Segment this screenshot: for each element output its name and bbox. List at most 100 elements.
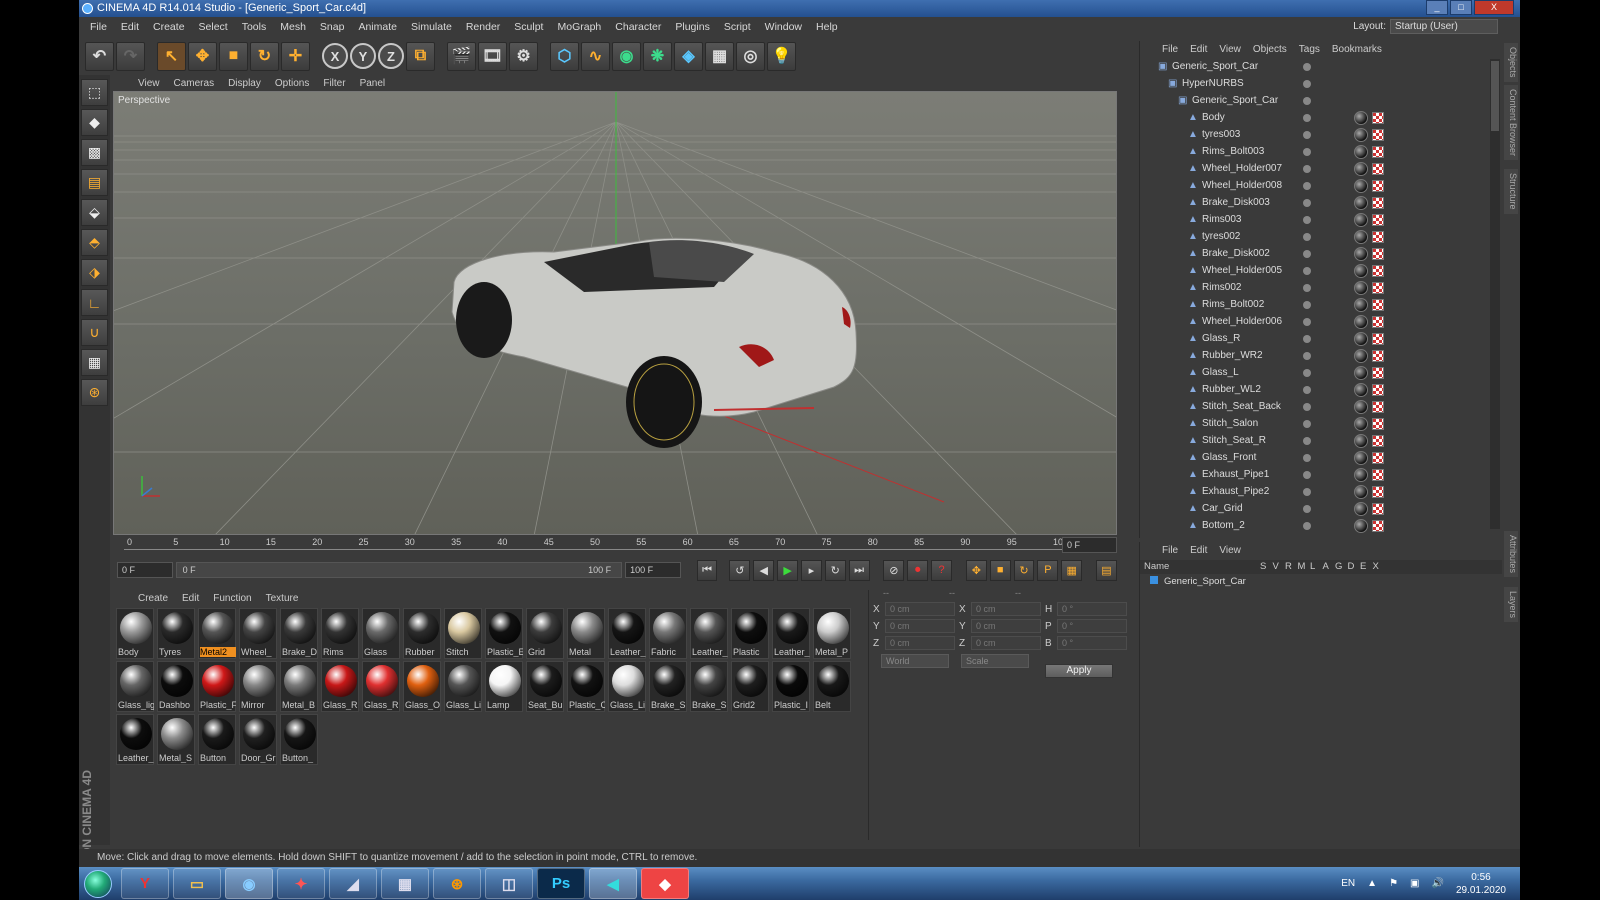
material-swatch[interactable]: Mirror (239, 661, 277, 712)
material-swatch[interactable]: Stitch (444, 608, 482, 659)
object-row[interactable]: ▲ Rubber_WR2 (1140, 348, 1487, 365)
workplane-mode-icon[interactable]: ▤ (81, 169, 108, 196)
material-swatch[interactable]: Glass_lig (116, 661, 154, 712)
undo-icon[interactable]: ↶ (85, 41, 114, 71)
object-row[interactable]: ▲ Brake_Disk002 (1140, 246, 1487, 263)
record-active-icon[interactable]: ⊘ (883, 559, 905, 581)
material-swatch[interactable]: Leather_ (608, 608, 646, 659)
clock[interactable]: 0:56 29.01.2020 (1456, 871, 1506, 897)
object-row[interactable]: ▲ Wheel_Holder008 (1140, 178, 1487, 195)
light-icon[interactable]: 💡 (767, 41, 796, 71)
visibility-dot[interactable] (1303, 437, 1311, 445)
material-swatch[interactable]: Glass_R (321, 661, 359, 712)
key-parameter-icon[interactable]: P (1037, 559, 1059, 581)
uvw-tag-icon[interactable] (1372, 401, 1384, 413)
floor-icon[interactable]: ▦ (705, 41, 734, 71)
maximize-button[interactable]: □ (1450, 0, 1472, 15)
visibility-dot[interactable] (1303, 522, 1311, 530)
material-tag-icon[interactable] (1354, 162, 1368, 176)
material-swatch[interactable]: Plastic_F (198, 661, 236, 712)
cube-primitive-icon[interactable]: ⬡ (550, 41, 579, 71)
coordinate-field[interactable]: 0 cm (971, 636, 1041, 650)
material-swatch[interactable]: Brake_S (690, 661, 728, 712)
coordinate-field[interactable]: 0 ° (1057, 602, 1127, 616)
coordinate-field[interactable]: 0 cm (885, 636, 955, 650)
object-row[interactable]: ▲ Rims002 (1140, 280, 1487, 297)
play-forward-icon[interactable]: ▶ (777, 559, 798, 581)
visibility-dot[interactable] (1303, 471, 1311, 479)
uvw-tag-icon[interactable] (1372, 452, 1384, 464)
uvw-tag-icon[interactable] (1372, 316, 1384, 328)
cinema4d-task-icon[interactable]: ◉ (225, 868, 273, 899)
array-icon[interactable]: ❋ (643, 41, 672, 71)
material-swatch[interactable]: Plastic (731, 608, 769, 659)
material-tag-icon[interactable] (1354, 128, 1368, 142)
material-swatch[interactable]: Leather_ (690, 608, 728, 659)
autokey-icon[interactable]: ⏺ (907, 559, 929, 581)
apply-button[interactable]: Apply (1045, 664, 1113, 678)
uvw-tag-icon[interactable] (1372, 435, 1384, 447)
material-swatch[interactable]: Plastic_C (567, 661, 605, 712)
object-row[interactable]: ▲ Rims_Bolt003 (1140, 144, 1487, 161)
timeline-window-icon[interactable]: ▤ (1096, 559, 1117, 581)
minimize-button[interactable]: _ (1426, 0, 1448, 15)
object-row[interactable]: ▲ Wheel_Holder005 (1140, 263, 1487, 280)
material-swatch[interactable]: Metal_S (157, 714, 195, 765)
material-swatch[interactable]: Leather_ (116, 714, 154, 765)
uvw-tag-icon[interactable] (1372, 299, 1384, 311)
material-tag-icon[interactable] (1354, 485, 1368, 499)
uvw-tag-icon[interactable] (1372, 384, 1384, 396)
object-row[interactable]: ▲ Wheel_Holder007 (1140, 161, 1487, 178)
uvw-tag-icon[interactable] (1372, 265, 1384, 277)
material-swatch[interactable]: Wheel_ (239, 608, 277, 659)
layer-menu-view[interactable]: View (1213, 545, 1247, 556)
uvw-tag-icon[interactable] (1372, 112, 1384, 124)
perspective-viewport[interactable]: Perspective (113, 91, 1117, 535)
object-row[interactable]: ▲ Wheel_Holder006 (1140, 314, 1487, 331)
menu-simulate[interactable]: Simulate (404, 21, 459, 33)
model-mode-icon[interactable]: ◆ (81, 109, 108, 136)
material-swatch[interactable]: Metal2 (198, 608, 236, 659)
object-menu-file[interactable]: File (1156, 44, 1184, 55)
app-task-icon-8[interactable]: ◫ (485, 868, 533, 899)
material-tag-icon[interactable] (1354, 366, 1368, 380)
yandex-browser-icon[interactable]: Y (121, 868, 169, 899)
menu-snap[interactable]: Snap (313, 21, 352, 33)
material-tag-icon[interactable] (1354, 519, 1368, 533)
next-keyframe-icon[interactable]: ↻ (824, 559, 846, 581)
language-indicator[interactable]: EN (1341, 878, 1355, 889)
scale-dropdown[interactable]: Scale (961, 654, 1029, 668)
material-swatch[interactable]: Plastic_I (772, 661, 810, 712)
material-swatch[interactable]: Button (198, 714, 236, 765)
material-swatch[interactable]: Tyres (157, 608, 195, 659)
nurbs-icon[interactable]: ◉ (612, 41, 641, 71)
visibility-dot[interactable] (1303, 335, 1311, 343)
key-scale-icon[interactable]: ■ (989, 559, 1011, 581)
coordinate-field[interactable]: 0 cm (885, 602, 955, 616)
start-frame-field[interactable]: 0 F (117, 562, 173, 578)
material-swatch[interactable]: Rubber (403, 608, 441, 659)
object-menu-edit[interactable]: Edit (1184, 44, 1213, 55)
material-tag-icon[interactable] (1354, 145, 1368, 159)
app-task-icon-4[interactable]: ✦ (277, 868, 325, 899)
visibility-dot[interactable] (1303, 352, 1311, 360)
viewport-menu-cameras[interactable]: Cameras (167, 78, 222, 89)
material-swatch[interactable]: Seat_Bu (526, 661, 564, 712)
recent-tool-icon[interactable]: ✛ (281, 41, 310, 71)
visibility-dot[interactable] (1303, 488, 1311, 496)
uvw-tag-icon[interactable] (1372, 350, 1384, 362)
visibility-dot[interactable] (1303, 114, 1311, 122)
menu-help[interactable]: Help (809, 21, 845, 33)
coordinate-field[interactable]: 0 cm (971, 619, 1041, 633)
material-tag-icon[interactable] (1354, 383, 1368, 397)
y-axis-lock-button[interactable]: Y (350, 43, 376, 69)
go-to-start-icon[interactable]: ⏮ (696, 559, 718, 581)
uvw-tag-icon[interactable] (1372, 197, 1384, 209)
visibility-dot[interactable] (1303, 131, 1311, 139)
material-swatch[interactable]: Dashbo (157, 661, 195, 712)
object-row[interactable]: ▲ Glass_L (1140, 365, 1487, 382)
key-position-icon[interactable]: ✥ (965, 559, 987, 581)
z-axis-lock-button[interactable]: Z (378, 43, 404, 69)
material-swatch[interactable]: Body (116, 608, 154, 659)
visibility-dot[interactable] (1303, 386, 1311, 394)
